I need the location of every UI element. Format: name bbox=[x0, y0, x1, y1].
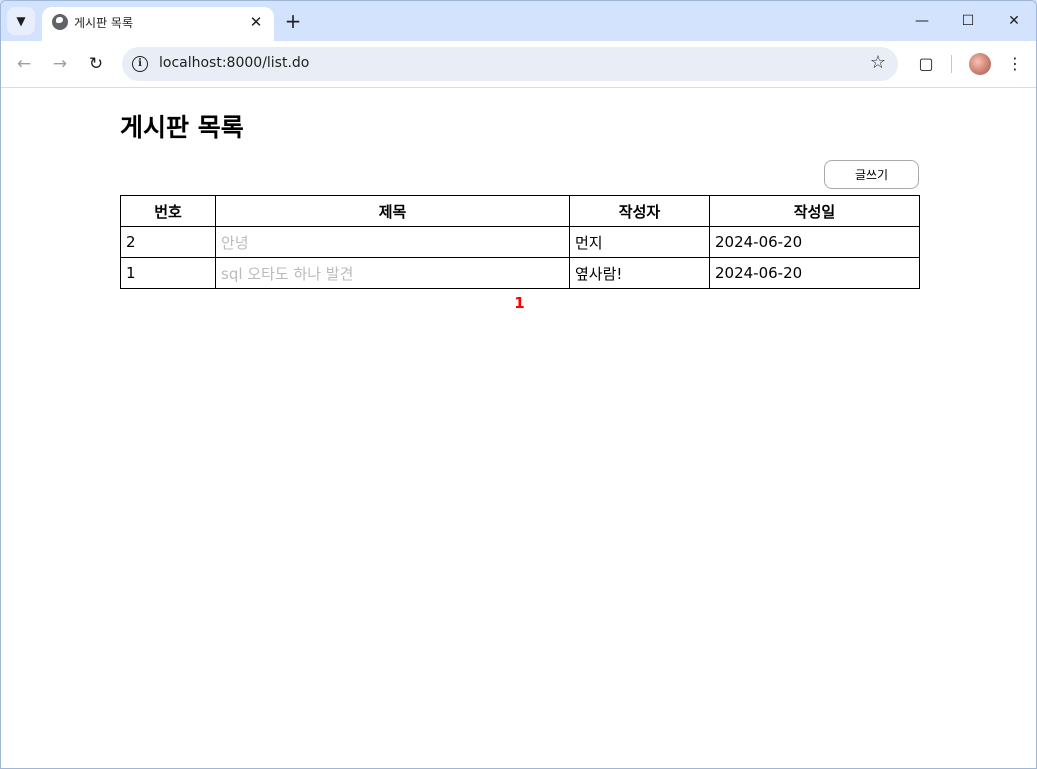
window-close-icon[interactable]: ✕ bbox=[991, 7, 1036, 35]
page-title: 게시판 목록 bbox=[120, 113, 244, 142]
toolbar-divider bbox=[951, 55, 952, 73]
plus-icon[interactable]: + bbox=[281, 9, 305, 33]
cell-writer: 옆사람! bbox=[569, 257, 710, 289]
tab-strip: ▼ 게시판 목록 ✕ + — ☐ ✕ bbox=[1, 1, 1036, 41]
arrow-left-icon[interactable]: ← bbox=[10, 50, 38, 78]
tab-search-button[interactable]: ▼ bbox=[7, 7, 35, 35]
pagination: 1 bbox=[1, 294, 1036, 312]
info-icon[interactable]: i bbox=[132, 56, 148, 72]
cell-title: sql 오타도 하나 발견 bbox=[215, 257, 570, 289]
post-title-link[interactable]: sql 오타도 하나 발견 bbox=[221, 265, 353, 283]
address-bar[interactable]: i localhost:8000/list.do ☆ bbox=[122, 47, 898, 81]
browser-window: ▼ 게시판 목록 ✕ + — ☐ ✕ ← → ↻ i localhost:800… bbox=[0, 0, 1037, 769]
url-text[interactable]: localhost:8000/list.do bbox=[159, 55, 309, 71]
cell-date: 2024-06-20 bbox=[709, 257, 920, 289]
kebab-menu-icon[interactable]: ⋮ bbox=[1001, 50, 1029, 78]
puzzle-icon[interactable]: ▢ bbox=[912, 50, 940, 78]
cell-title: 안녕 bbox=[215, 226, 570, 258]
header-date: 작성일 bbox=[709, 195, 920, 227]
table-row: 1 sql 오타도 하나 발견 옆사람! 2024-06-20 bbox=[120, 257, 920, 289]
tab-title: 게시판 목록 bbox=[74, 16, 134, 30]
maximize-icon[interactable]: ☐ bbox=[945, 7, 991, 35]
globe-icon bbox=[52, 14, 68, 30]
write-button[interactable]: 글쓰기 bbox=[824, 160, 919, 189]
table-header-row: 번호 제목 작성자 작성일 bbox=[120, 195, 920, 227]
close-icon[interactable]: ✕ bbox=[246, 12, 266, 32]
avatar[interactable] bbox=[969, 53, 991, 75]
header-title: 제목 bbox=[215, 195, 570, 227]
board-table: 번호 제목 작성자 작성일 2 안녕 먼지 2024-06-20 1 sql 오… bbox=[120, 195, 920, 289]
cell-num: 1 bbox=[120, 257, 216, 289]
browser-toolbar: ← → ↻ i localhost:8000/list.do ☆ ▢ ⋮ bbox=[1, 41, 1036, 88]
post-title-link[interactable]: 안녕 bbox=[221, 234, 249, 252]
tab-active[interactable]: 게시판 목록 ✕ bbox=[42, 7, 274, 41]
page-content: 게시판 목록 글쓰기 번호 제목 작성자 작성일 2 안녕 먼지 2024-06… bbox=[1, 88, 1036, 768]
cell-date: 2024-06-20 bbox=[709, 226, 920, 258]
reload-icon[interactable]: ↻ bbox=[82, 50, 110, 78]
arrow-right-icon[interactable]: → bbox=[46, 50, 74, 78]
star-icon[interactable]: ☆ bbox=[870, 52, 886, 73]
header-writer: 작성자 bbox=[569, 195, 710, 227]
cell-writer: 먼지 bbox=[569, 226, 710, 258]
header-num: 번호 bbox=[120, 195, 216, 227]
minimize-icon[interactable]: — bbox=[899, 7, 945, 35]
table-row: 2 안녕 먼지 2024-06-20 bbox=[120, 226, 920, 258]
page-current[interactable]: 1 bbox=[514, 294, 524, 312]
cell-num: 2 bbox=[120, 226, 216, 258]
chevron-down-icon: ▼ bbox=[16, 14, 26, 28]
